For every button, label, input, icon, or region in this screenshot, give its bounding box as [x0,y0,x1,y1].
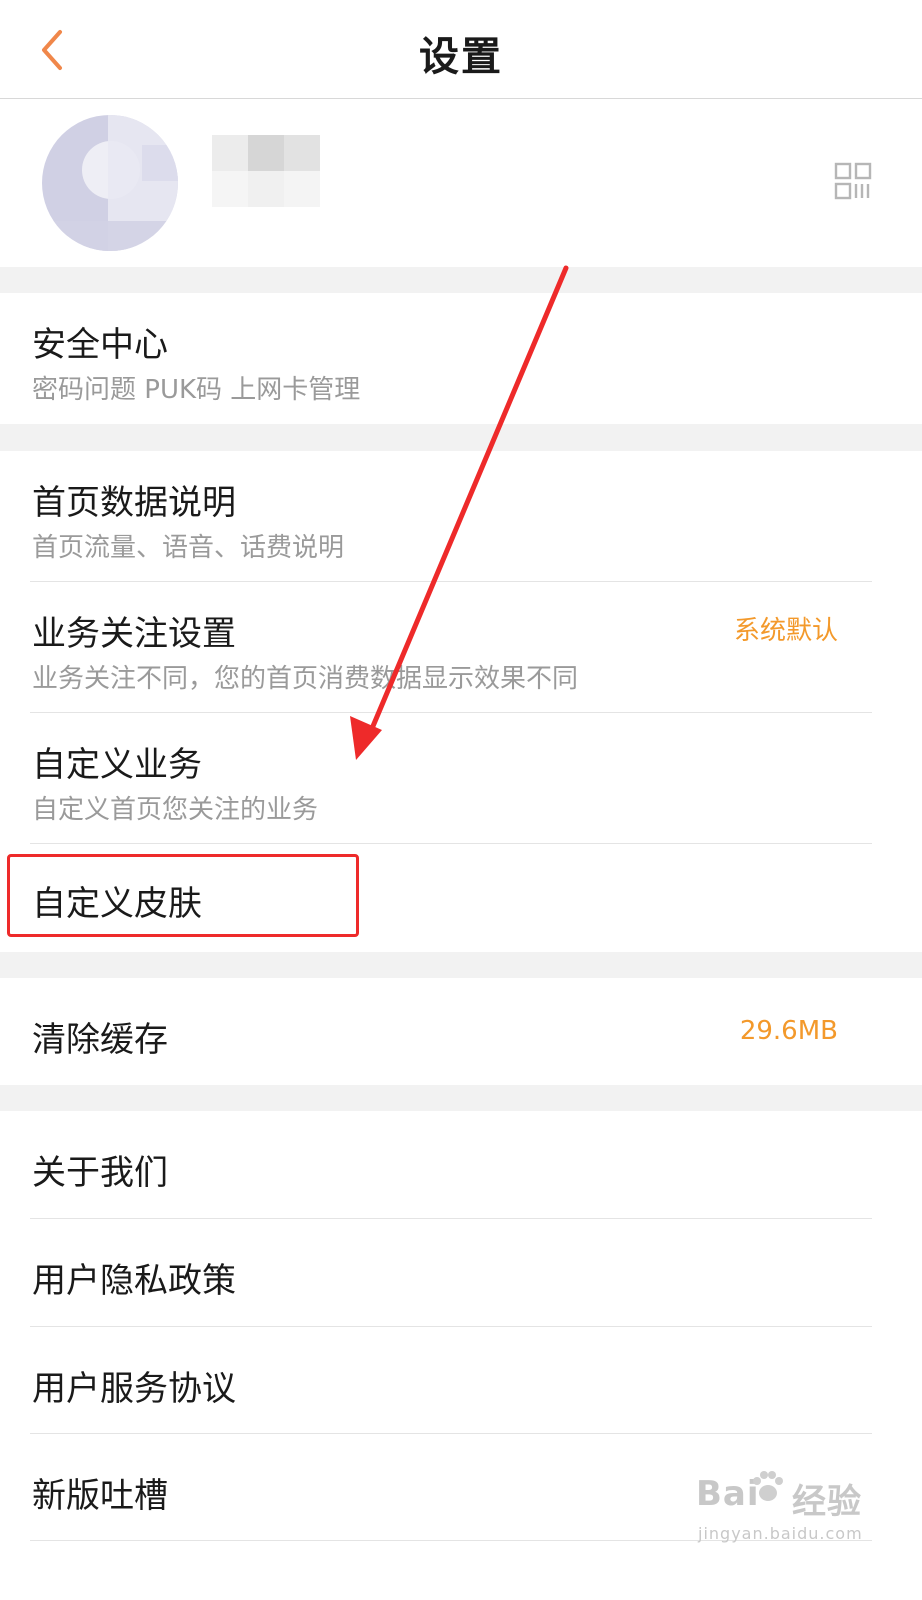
annotation-arrow-icon [350,265,569,760]
paw-icon [753,1471,783,1501]
watermark-brand-right: 经验 [792,1482,862,1522]
watermark-url: jingyan.baidu.com [698,1524,863,1543]
baidu-watermark: Bai 经验 jingyan.baidu.com [696,1466,896,1556]
